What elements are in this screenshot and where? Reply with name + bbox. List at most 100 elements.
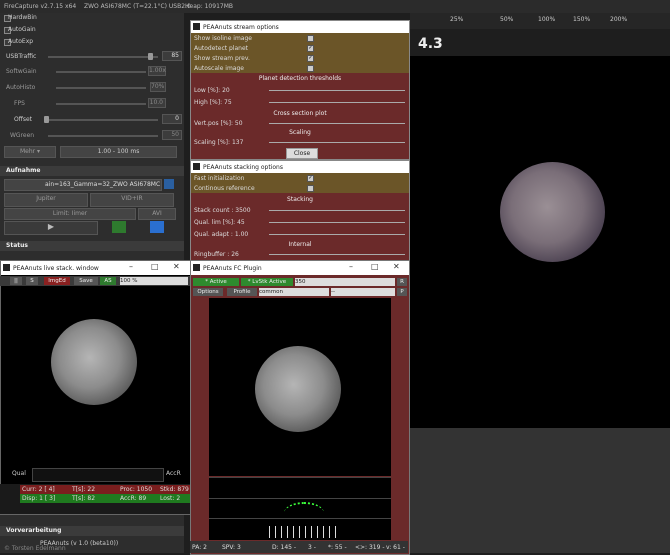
pause-stack-button[interactable]: || (10, 277, 22, 285)
cross-section-plot (209, 477, 391, 540)
jupiter-button[interactable]: Jupiter (4, 193, 88, 207)
lvstk-active-button[interactable]: * LvStk Active (241, 278, 293, 286)
dash-value: -- (331, 289, 335, 295)
jupiter-preview-image (255, 346, 341, 432)
disp-stat: Disp: 1 [ 3] (22, 495, 56, 502)
vorverarbeitung-title: Vorverarbeitung (6, 527, 62, 534)
accr-stat: AccR: 89 (120, 495, 147, 502)
dash-select[interactable]: -- (331, 288, 395, 296)
profile-button[interactable]: Profile (227, 288, 257, 296)
continous-ref-checkbox[interactable] (307, 185, 314, 192)
autoscale-checkbox[interactable] (307, 65, 314, 72)
close-icon[interactable]: ✕ (173, 262, 180, 271)
softgain-slider[interactable] (56, 71, 146, 73)
filename-field[interactable]: ain=163_Gamma=32_ZWO ASI678MC (4, 179, 162, 191)
scaling-label: Scaling [%]: 137 (194, 139, 243, 146)
maximize-icon[interactable]: □ (151, 262, 159, 271)
autohisto-slider[interactable] (56, 87, 146, 89)
imged-button[interactable]: ImgEd (44, 277, 70, 285)
fc-plugin-titlebar: PEAAnuts FC Plugin – □ ✕ (191, 261, 409, 275)
wgreen-label: WGreen (10, 132, 35, 139)
autohisto-label: AutoHisto (6, 84, 36, 91)
qual-adapt-slider[interactable] (269, 234, 405, 235)
options-button[interactable]: Options (193, 288, 223, 296)
status-section-header: Status (0, 241, 184, 251)
qual-lim-slider[interactable] (269, 222, 405, 223)
usbtraffic-slider[interactable] (48, 56, 158, 58)
zoom-select[interactable]: 100 % (120, 277, 188, 285)
offset-value[interactable]: 0 (162, 114, 182, 124)
high-label: High [%]: 75 (194, 99, 232, 106)
ringbuffer-slider[interactable] (269, 254, 405, 255)
qual-adapt-value: 1.00 (234, 231, 249, 238)
close-button[interactable]: Close (286, 148, 318, 159)
pause-icon[interactable] (112, 221, 126, 233)
autodetect-planet-checkbox[interactable]: ✓ (307, 45, 314, 52)
minimize-icon[interactable]: – (129, 262, 133, 271)
p-button[interactable]: P (397, 288, 407, 296)
usbtraffic-label: USBTraffic (6, 53, 37, 60)
status-title: Status (6, 242, 28, 249)
zoom-25[interactable]: 25% (450, 16, 463, 23)
pa-status: PA: 2 (192, 544, 207, 551)
save-button[interactable]: Save (74, 277, 98, 285)
usbtraffic-value[interactable]: 85 (162, 51, 182, 61)
show-stream-checkbox[interactable]: ✓ (307, 55, 314, 62)
close-icon[interactable]: ✕ (393, 262, 400, 271)
stream-options-checkboxes: Show isoline image Autodetect planet ✓ S… (191, 33, 409, 73)
range-button[interactable]: 1.00 - 100 ms (60, 146, 177, 158)
softgain-value[interactable]: 1.00x (148, 66, 166, 76)
vert-label-text: Vert.pos [%]: (194, 120, 233, 127)
high-slider[interactable] (269, 102, 405, 103)
minimize-icon[interactable]: – (349, 262, 353, 271)
offset-knob[interactable] (44, 116, 49, 123)
autogain-label: AutoGain (8, 26, 36, 33)
vid-label: VID+IR (121, 195, 143, 202)
autohisto-value[interactable]: 70% (150, 82, 166, 92)
high-value: 75 (224, 99, 232, 106)
vid-button[interactable]: VID+IR (90, 193, 174, 207)
limit-button[interactable]: Limit: Iimer (4, 208, 136, 220)
value-350-select[interactable]: 350 (295, 278, 395, 286)
profile-value: common (259, 289, 283, 295)
maximize-icon[interactable]: □ (371, 262, 379, 271)
fast-init-checkbox[interactable]: ✓ (307, 175, 314, 182)
active-button[interactable]: * Active (193, 278, 239, 286)
fps-slider[interactable] (56, 103, 146, 105)
sep-status: 3 - (308, 544, 316, 551)
lvstk-label: LvStk Active (252, 279, 287, 285)
profile-select[interactable]: common (259, 288, 329, 296)
r-button[interactable]: R (397, 278, 407, 286)
wgreen-slider[interactable] (48, 135, 158, 137)
show-isoline-checkbox[interactable] (307, 35, 314, 42)
curr-stat: Curr: 2 [ 4] (22, 486, 55, 493)
low-slider[interactable] (269, 90, 405, 91)
scaling-slider[interactable] (269, 142, 405, 143)
vert-slider[interactable] (269, 123, 405, 124)
mehr-button[interactable]: Mehr ▾ (4, 146, 56, 158)
spv-status: SPV: 3 (222, 544, 241, 551)
vert-value: 50 (234, 120, 243, 127)
wgreen-value[interactable]: 50 (162, 130, 182, 140)
zoom-100[interactable]: 100% (538, 16, 555, 23)
usbtraffic-knob[interactable] (148, 53, 153, 60)
live-stack-title: PEAAnuts live stack. window (13, 265, 99, 272)
offset-slider[interactable] (48, 119, 158, 121)
zoom-200[interactable]: 200% (610, 16, 627, 23)
low-value: 20 (222, 87, 230, 94)
zoom-150[interactable]: 150% (573, 16, 590, 23)
zoom-50[interactable]: 50% (500, 16, 513, 23)
as-button[interactable]: AS (100, 277, 116, 285)
qual-lim-label: Qual. lim [%]: 45 (194, 219, 245, 226)
star-status: *: 55 - (328, 544, 347, 551)
show-isoline-label: Show isoline image (194, 35, 252, 42)
stack-count-slider[interactable] (269, 210, 405, 211)
fps-value[interactable]: 10.0 (148, 98, 166, 108)
stop-icon[interactable] (150, 221, 164, 233)
scaling-label-text: Scaling [%]: (194, 139, 231, 146)
play-button[interactable]: ▶ (4, 221, 98, 235)
folder-icon[interactable] (164, 179, 174, 189)
s-button[interactable]: S (26, 277, 38, 285)
stacking-title: Stacking (287, 196, 313, 203)
avi-button[interactable]: AVI (138, 208, 176, 220)
